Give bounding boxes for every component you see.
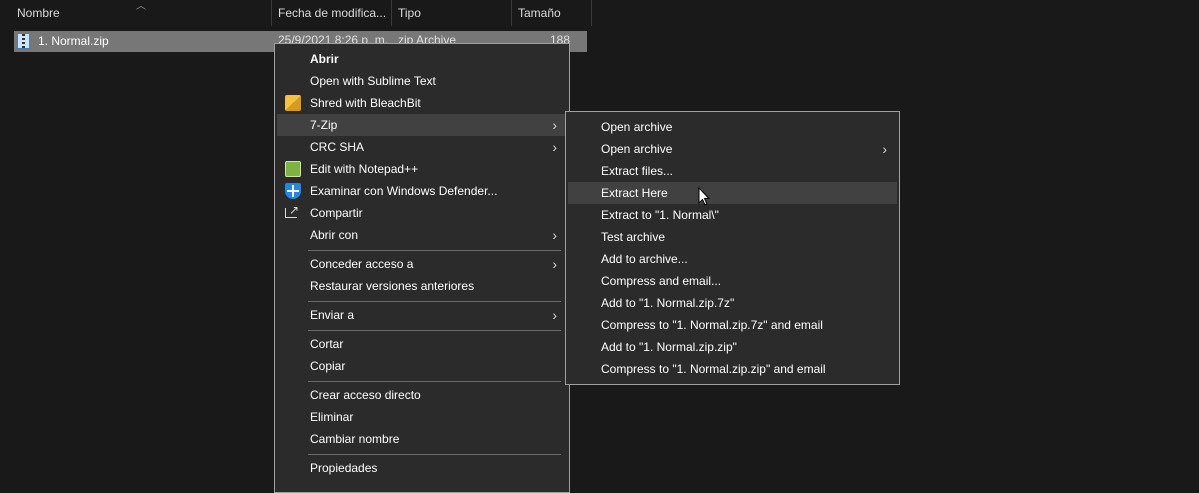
menu-item-eliminar[interactable]: Eliminar xyxy=(277,406,567,428)
submenu-item-add-to-archive[interactable]: Add to archive... xyxy=(568,248,897,270)
menu-item-crc-sha[interactable]: CRC SHA › xyxy=(277,136,567,158)
menu-item-label: Crear acceso directo xyxy=(310,388,421,402)
menu-item-propiedades[interactable]: Propiedades xyxy=(277,457,567,479)
menu-separator xyxy=(308,330,561,331)
menu-item-7zip[interactable]: 7-Zip › xyxy=(277,114,567,136)
column-size[interactable]: Tamaño xyxy=(512,0,591,26)
submenu-item-test-archive[interactable]: Test archive xyxy=(568,226,897,248)
menu-item-open-sublime[interactable]: Open with Sublime Text xyxy=(277,70,567,92)
chevron-right-icon: › xyxy=(552,307,557,323)
submenu-item-compress-email[interactable]: Compress and email... xyxy=(568,270,897,292)
menu-item-copiar[interactable]: Copiar xyxy=(277,355,567,377)
menu-item-abrir[interactable]: Abrir xyxy=(277,48,567,70)
zip-file-icon xyxy=(17,33,30,49)
submenu-item-open-archive-sub[interactable]: Open archive › xyxy=(568,138,897,160)
menu-item-label: Open with Sublime Text xyxy=(310,74,436,88)
menu-item-label: Abrir xyxy=(310,52,339,66)
submenu-item-extract-here[interactable]: Extract Here xyxy=(568,182,897,204)
menu-item-label: Open archive xyxy=(601,120,673,134)
menu-separator xyxy=(308,250,561,251)
menu-item-label: Edit with Notepad++ xyxy=(310,162,419,176)
menu-item-label: Add to "1. Normal.zip.zip" xyxy=(601,340,737,354)
defender-icon xyxy=(285,183,301,199)
menu-item-label: Compress to "1. Normal.zip.7z" and email xyxy=(601,318,823,332)
menu-item-label: Extract Here xyxy=(601,186,668,200)
menu-item-label: Compress to "1. Normal.zip.zip" and emai… xyxy=(601,362,826,376)
menu-item-label: Extract to "1. Normal\" xyxy=(601,208,719,222)
chevron-right-icon: › xyxy=(552,139,557,155)
column-type[interactable]: Tipo xyxy=(392,0,511,26)
sort-up-icon: ︿ xyxy=(136,1,146,12)
chevron-right-icon: › xyxy=(552,227,557,243)
menu-item-crear-acceso-directo[interactable]: Crear acceso directo xyxy=(277,384,567,406)
menu-separator xyxy=(308,301,561,302)
menu-separator xyxy=(308,381,561,382)
menu-separator xyxy=(308,454,561,455)
submenu-item-open-archive[interactable]: Open archive xyxy=(568,116,897,138)
share-icon xyxy=(285,199,299,221)
menu-item-abrir-con[interactable]: Abrir con › xyxy=(277,224,567,246)
submenu-item-compress-7z-email[interactable]: Compress to "1. Normal.zip.7z" and email xyxy=(568,314,897,336)
chevron-right-icon: › xyxy=(882,141,887,157)
menu-item-windows-defender[interactable]: Examinar con Windows Defender... xyxy=(277,180,567,202)
menu-item-shred-bleachbit[interactable]: Shred with BleachBit xyxy=(277,92,567,114)
menu-item-label: Add to "1. Normal.zip.7z" xyxy=(601,296,735,310)
menu-item-label: Shred with BleachBit xyxy=(310,96,421,110)
chevron-right-icon: › xyxy=(552,117,557,133)
menu-item-cortar[interactable]: Cortar xyxy=(277,333,567,355)
menu-item-label: Cambiar nombre xyxy=(310,432,400,446)
menu-item-cambiar-nombre[interactable]: Cambiar nombre xyxy=(277,428,567,450)
menu-item-conceder-acceso[interactable]: Conceder acceso a › xyxy=(277,253,567,275)
bleachbit-icon xyxy=(285,95,301,111)
chevron-right-icon: › xyxy=(552,256,557,272)
submenu-item-extract-files[interactable]: Extract files... xyxy=(568,160,897,182)
menu-item-label: Extract files... xyxy=(601,164,674,178)
menu-item-label: Abrir con xyxy=(310,228,359,242)
submenu-item-compress-zip-email[interactable]: Compress to "1. Normal.zip.zip" and emai… xyxy=(568,358,897,380)
notepadpp-icon xyxy=(285,161,301,177)
submenu-item-add-to-zip[interactable]: Add to "1. Normal.zip.zip" xyxy=(568,336,897,358)
7zip-submenu: Open archive Open archive › Extract file… xyxy=(565,111,900,385)
mouse-cursor-icon xyxy=(698,187,710,206)
menu-item-label: 7-Zip xyxy=(310,118,338,132)
menu-item-label: Compartir xyxy=(310,206,363,220)
submenu-item-extract-to[interactable]: Extract to "1. Normal\" xyxy=(568,204,897,226)
menu-item-label: Enviar a xyxy=(310,308,355,322)
menu-item-label: Test archive xyxy=(601,230,666,244)
menu-item-label: Eliminar xyxy=(310,410,354,424)
column-header: Nombre ︿ Fecha de modifica... Tipo Tamañ… xyxy=(0,0,1199,26)
menu-item-label: Open archive xyxy=(601,142,673,156)
file-name: 1. Normal.zip xyxy=(38,34,109,48)
menu-item-label: CRC SHA xyxy=(310,140,365,154)
context-menu: Abrir Open with Sublime Text Shred with … xyxy=(274,43,570,493)
submenu-item-add-to-7z[interactable]: Add to "1. Normal.zip.7z" xyxy=(568,292,897,314)
column-divider[interactable] xyxy=(591,0,592,26)
menu-item-label: Cortar xyxy=(310,337,344,351)
menu-item-label: Restaurar versiones anteriores xyxy=(310,279,475,293)
menu-item-label: Propiedades xyxy=(310,461,378,475)
column-date[interactable]: Fecha de modifica... xyxy=(272,0,391,26)
menu-item-label: Examinar con Windows Defender... xyxy=(310,184,498,198)
menu-item-label: Compress and email... xyxy=(601,274,722,288)
menu-item-label: Copiar xyxy=(310,359,346,373)
menu-item-compartir[interactable]: Compartir xyxy=(277,199,567,224)
menu-item-edit-notepadpp[interactable]: Edit with Notepad++ xyxy=(277,158,567,180)
menu-item-label: Conceder acceso a xyxy=(310,257,414,271)
menu-item-label: Add to archive... xyxy=(601,252,688,266)
menu-item-enviar-a[interactable]: Enviar a › xyxy=(277,304,567,326)
menu-item-restaurar-versiones[interactable]: Restaurar versiones anteriores xyxy=(277,275,567,297)
